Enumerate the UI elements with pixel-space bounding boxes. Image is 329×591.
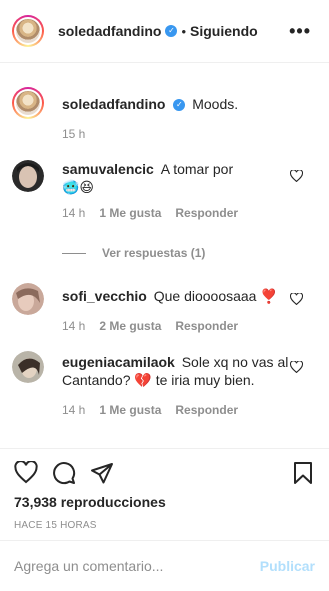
comment-text: Que dioooosaaa xyxy=(153,288,257,304)
comment-item: sofi_vecchio Que dioooosaaa ❣️ 14 h 2 Me… xyxy=(12,283,317,333)
following-button[interactable]: Siguiendo xyxy=(190,23,258,39)
post-header: soledadfandino ✓ • Siguiendo ••• xyxy=(0,0,329,63)
replies-divider xyxy=(62,252,86,254)
comment-input[interactable] xyxy=(14,558,260,574)
comment-time[interactable]: 14 h xyxy=(62,206,85,220)
comment-emoji: 🥶😆 xyxy=(62,179,95,195)
comment-emoji: 💔 xyxy=(134,372,152,388)
caption-time[interactable]: 15 h xyxy=(62,127,85,141)
post-caption: soledadfandino ✓ Moods. 15 h xyxy=(12,87,317,141)
commenter-avatar[interactable] xyxy=(12,351,44,383)
comment-username[interactable]: samuvalencic xyxy=(62,161,154,177)
header-user-info: soledadfandino ✓ • Siguiendo xyxy=(58,23,258,39)
post-timestamp[interactable]: HACE 15 HORAS xyxy=(14,520,97,531)
comment-text-continued: te iria muy bien. xyxy=(155,372,255,388)
caption-text: Moods. xyxy=(192,96,239,112)
comment-text: A tomar por xyxy=(160,161,234,177)
comment-username[interactable]: sofi_vecchio xyxy=(62,288,147,304)
comment-emoji: ❣️ xyxy=(260,288,278,304)
header-separator: • xyxy=(181,23,187,39)
like-heart-icon[interactable] xyxy=(290,361,303,373)
share-icon[interactable] xyxy=(90,461,114,485)
profile-picture xyxy=(16,91,40,115)
comment-likes[interactable]: 1 Me gusta xyxy=(99,403,161,417)
view-replies-label: Ver respuestas (1) xyxy=(102,246,206,260)
profile-picture xyxy=(16,19,40,43)
avatar[interactable] xyxy=(12,15,44,47)
bookmark-icon[interactable] xyxy=(291,461,315,485)
verified-badge-icon: ✓ xyxy=(165,25,178,37)
like-heart-icon[interactable] xyxy=(14,461,38,485)
caption-avatar[interactable] xyxy=(12,87,44,119)
comment-icon[interactable] xyxy=(52,461,76,485)
comment-item: samuvalencic A tomar por 🥶😆 14 h 1 Me gu… xyxy=(12,160,317,220)
like-heart-icon[interactable] xyxy=(290,170,303,182)
comment-time[interactable]: 14 h xyxy=(62,319,85,333)
view-replies-button[interactable]: Ver respuestas (1) xyxy=(62,246,205,260)
commenter-avatar[interactable] xyxy=(12,160,44,192)
comment-likes[interactable]: 1 Me gusta xyxy=(99,206,161,220)
more-options-icon[interactable]: ••• xyxy=(289,21,311,42)
post-actions: 73,938 reproducciones HACE 15 HORAS xyxy=(0,448,329,540)
reply-button[interactable]: Responder xyxy=(175,206,238,220)
commenter-avatar[interactable] xyxy=(12,283,44,315)
add-comment-bar: Publicar xyxy=(0,540,329,591)
header-username[interactable]: soledadfandino xyxy=(58,23,161,39)
comment-item: eugeniacamilaok Sole xq no vas al Cantan… xyxy=(12,351,317,417)
views-count[interactable]: 73,938 reproducciones xyxy=(14,494,166,510)
publish-button[interactable]: Publicar xyxy=(260,558,315,574)
comment-likes[interactable]: 2 Me gusta xyxy=(99,319,161,333)
like-heart-icon[interactable] xyxy=(290,293,303,305)
reply-button[interactable]: Responder xyxy=(175,403,238,417)
verified-badge-icon: ✓ xyxy=(173,99,186,112)
action-icons xyxy=(14,461,114,485)
caption-username[interactable]: soledadfandino xyxy=(62,96,165,112)
comment-time[interactable]: 14 h xyxy=(62,403,85,417)
reply-button[interactable]: Responder xyxy=(175,319,238,333)
comment-username[interactable]: eugeniacamilaok xyxy=(62,354,175,370)
